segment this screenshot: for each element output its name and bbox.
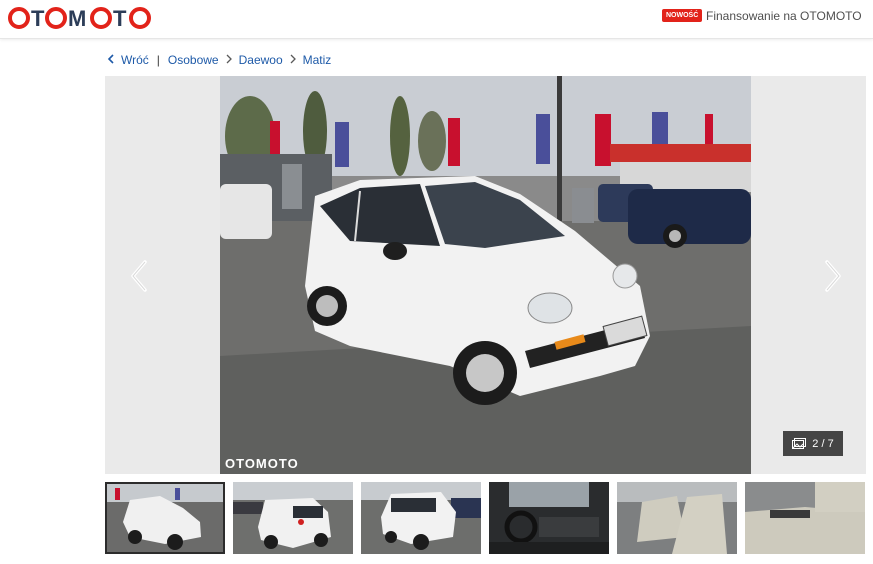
thumbnail-6[interactable]: [745, 482, 865, 554]
photo-counter-text: 2 / 7: [812, 437, 834, 450]
thumbnail-4[interactable]: [489, 482, 609, 554]
back-link[interactable]: Wróć: [121, 53, 149, 67]
thumbnail-strip: [105, 482, 866, 554]
top-navigation-bar: T M T NOWOŚĆ Finansowanie na OTOMOTO: [0, 0, 873, 39]
photo-gallery: OTOMOTO 2 / 7: [105, 76, 866, 474]
photo-counter[interactable]: 2 / 7: [783, 431, 843, 456]
chevron-right-icon: [226, 54, 232, 67]
new-badge: NOWOŚĆ: [662, 9, 703, 22]
chevron-left-icon: [131, 260, 147, 292]
chevron-left-icon: [107, 53, 114, 67]
next-photo-button[interactable]: [817, 256, 847, 296]
breadcrumb-item-matiz[interactable]: Matiz: [303, 53, 332, 67]
otomoto-logo-graphic: T M T: [8, 6, 151, 31]
breadcrumb: Wróć | Osobowe Daewoo Matiz: [107, 53, 331, 67]
svg-text:T: T: [31, 6, 45, 31]
breadcrumb-item-osobowe[interactable]: Osobowe: [168, 53, 219, 67]
svg-text:M: M: [68, 6, 87, 31]
chevron-right-icon: [825, 260, 841, 292]
thumbnail-3[interactable]: [361, 482, 481, 554]
breadcrumb-item-daewoo[interactable]: Daewoo: [239, 53, 283, 67]
thumbnail-5[interactable]: [617, 482, 737, 554]
financing-link[interactable]: Finansowanie na OTOMOTO: [706, 9, 862, 23]
thumbnail-2[interactable]: [233, 482, 353, 554]
car-photo-image: [220, 76, 751, 474]
breadcrumb-separator: |: [156, 53, 160, 67]
otomoto-logo[interactable]: T M T: [8, 5, 158, 37]
gallery-icon: [792, 438, 807, 449]
previous-photo-button[interactable]: [125, 256, 155, 296]
svg-text:T: T: [113, 6, 127, 31]
main-car-photo[interactable]: OTOMOTO: [220, 76, 751, 474]
photo-watermark: OTOMOTO: [225, 456, 299, 471]
thumbnail-1[interactable]: [105, 482, 225, 554]
chevron-right-icon: [290, 54, 296, 67]
